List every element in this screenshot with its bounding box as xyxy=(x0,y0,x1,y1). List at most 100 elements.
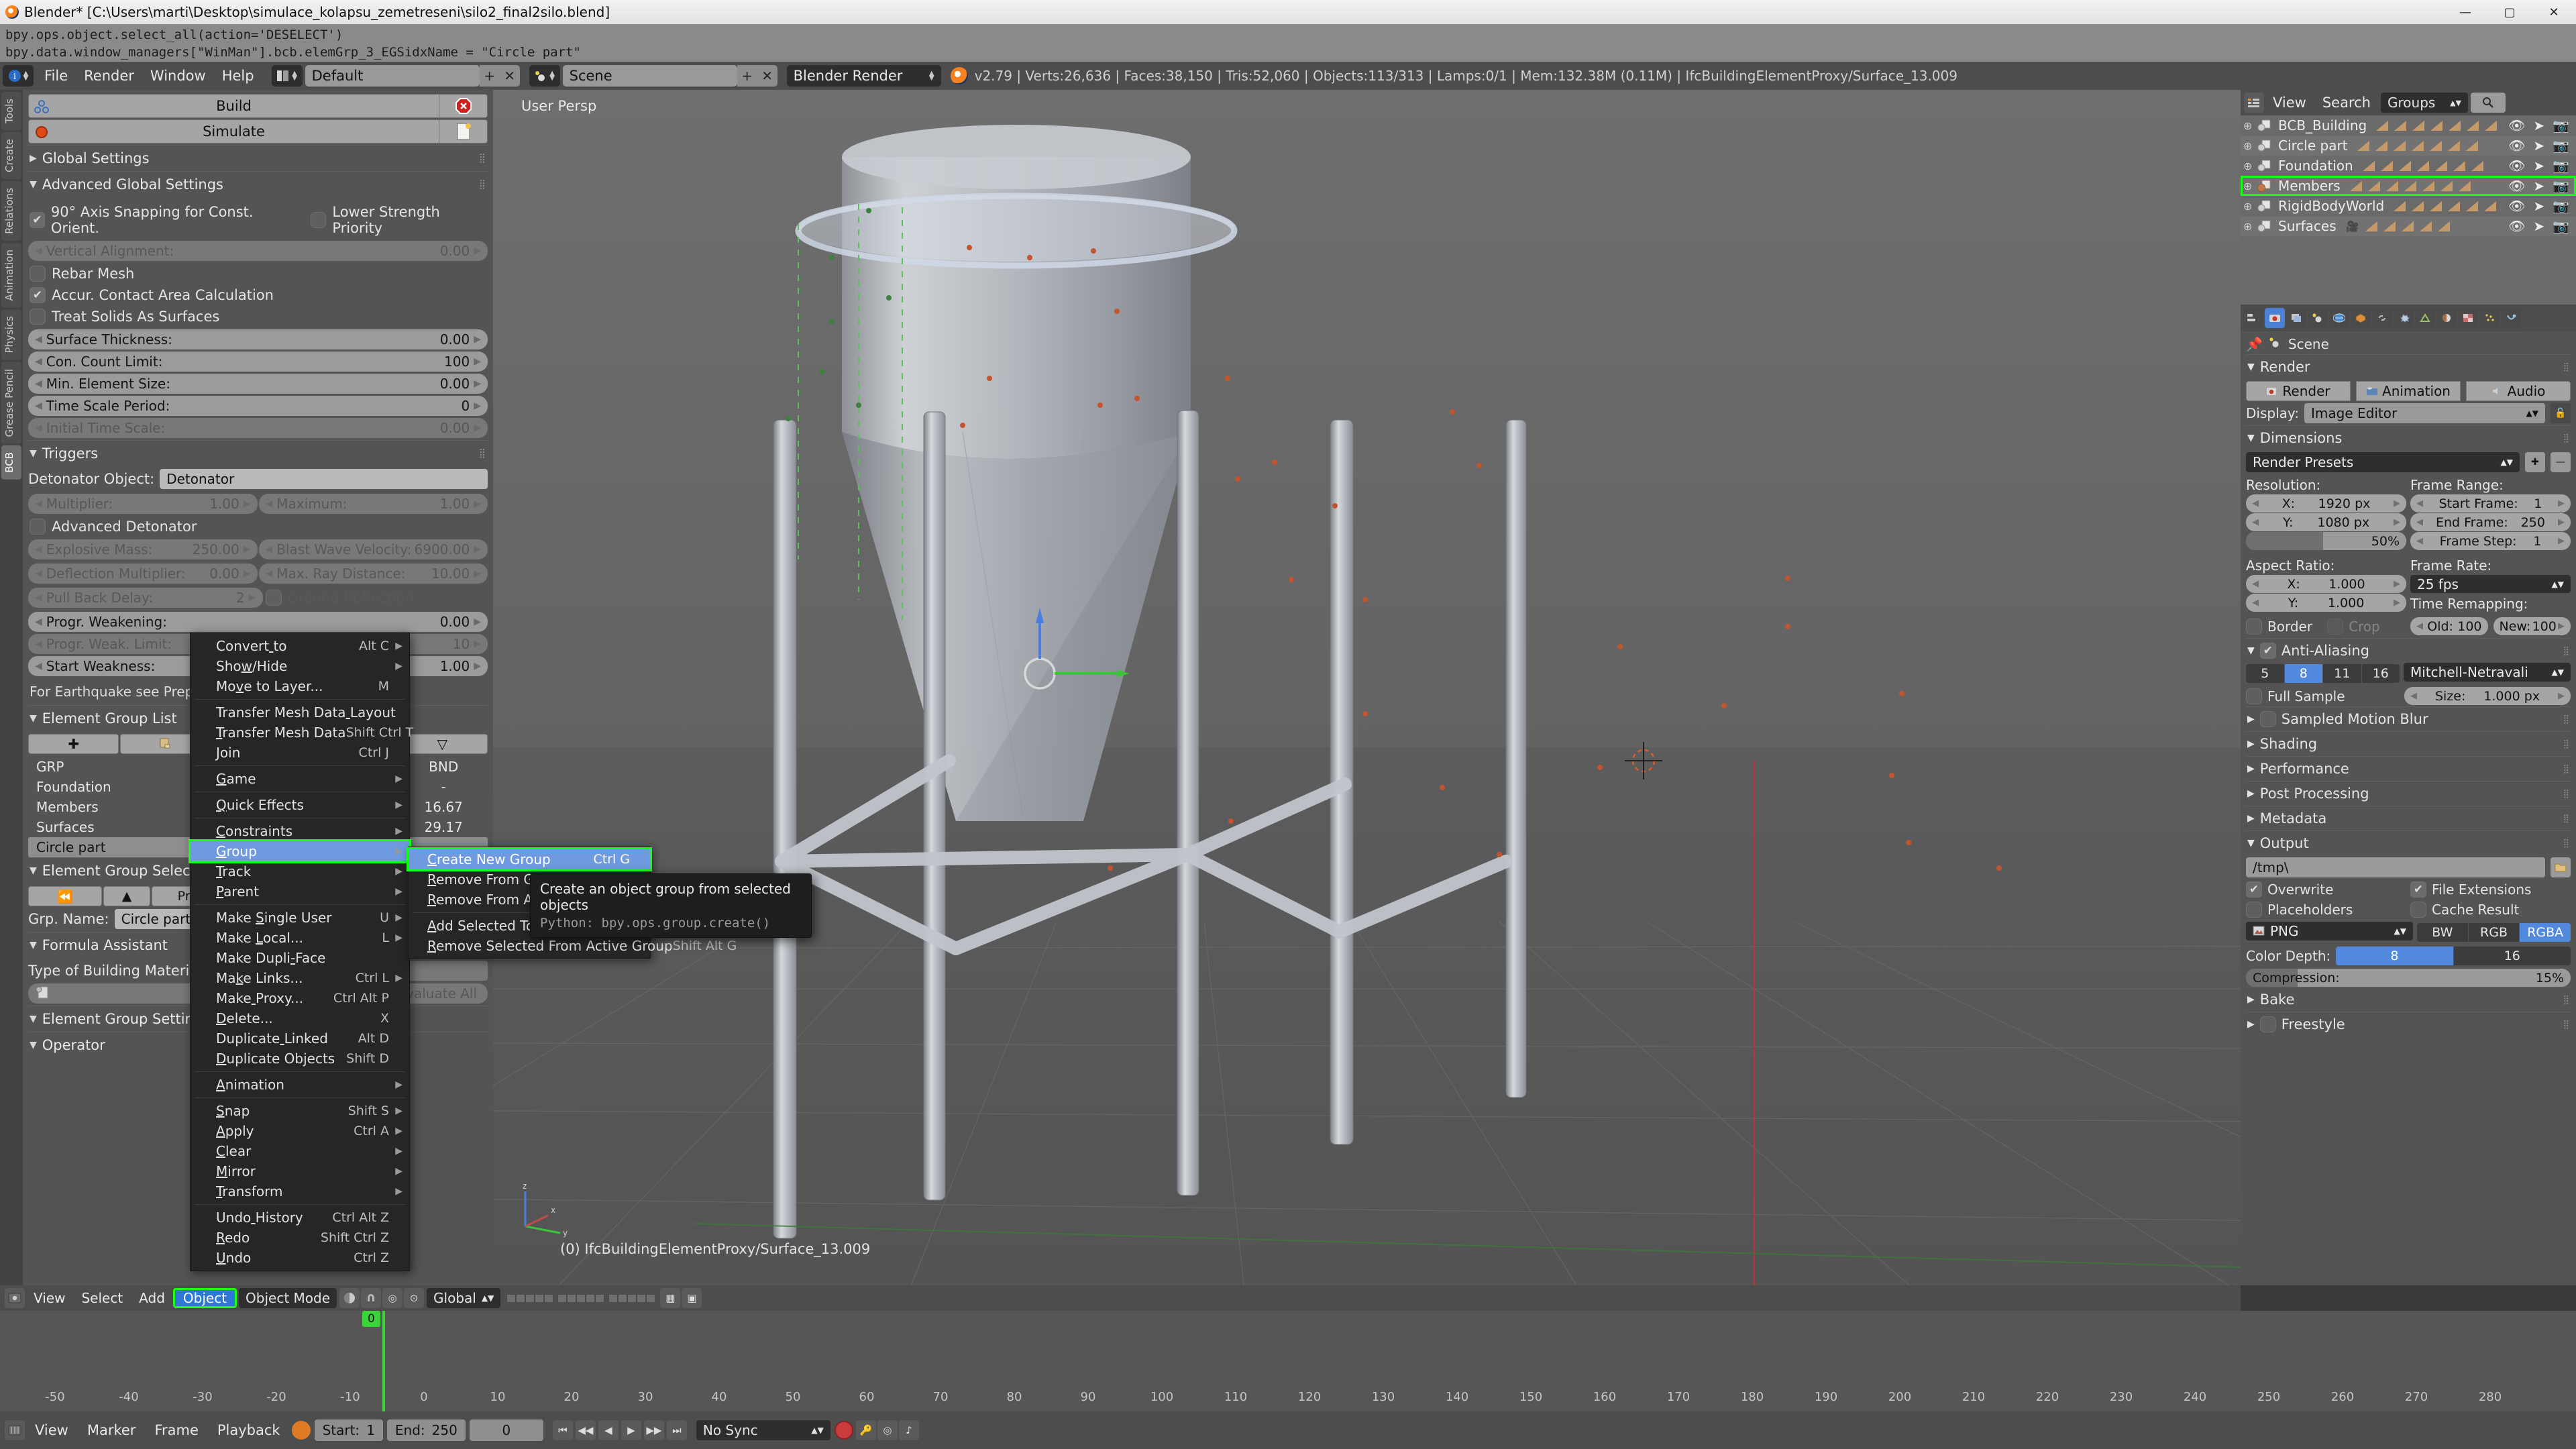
outliner-row-foundation[interactable]: ⊕ Foundation 👁 ➤ 📷 xyxy=(2241,156,2576,176)
animation-button[interactable]: Animation xyxy=(2356,381,2461,401)
checkbox-empty-icon[interactable] xyxy=(2246,618,2262,635)
tab-world[interactable] xyxy=(2329,308,2349,328)
section-bake[interactable]: ▶ Bake ⣿ xyxy=(2246,987,2571,1012)
cursor-icon[interactable]: ➤ xyxy=(2533,198,2544,214)
eye-icon[interactable]: 👁 xyxy=(2508,218,2525,234)
tab-create[interactable]: Create xyxy=(1,131,21,179)
eye-icon[interactable]: 👁 xyxy=(2508,198,2525,214)
tab-grease-pencil[interactable]: Grease Pencil xyxy=(1,362,21,444)
menu-item-transfer-mesh-data[interactable]: Transfer Mesh Data Shift Ctrl T xyxy=(191,722,413,743)
checkbox-axis-snapping[interactable]: ✔ 90° Axis Snapping for Const. Orient. xyxy=(28,201,294,239)
transform-orientation-selector[interactable]: Global ▲▼ xyxy=(427,1288,501,1308)
camera-icon[interactable]: 📷 xyxy=(2553,218,2569,234)
resolution-percentage-slider[interactable]: 50% xyxy=(2246,532,2406,550)
checkbox-empty-icon[interactable] xyxy=(2259,1016,2276,1032)
section-render[interactable]: ▼ Render ⣿ xyxy=(2246,354,2571,379)
eye-icon[interactable]: 👁 xyxy=(2508,158,2525,174)
tab-particles[interactable] xyxy=(2479,308,2500,328)
checkbox-empty-icon[interactable] xyxy=(2259,711,2276,727)
timeline-track-area[interactable]: 0 -50 -40 -30 -20 -10 0 10 20 30 40 50 60 70 80 90 100 1… xyxy=(0,1311,2576,1411)
new-map-field[interactable]: New: 100 ▶ xyxy=(2493,617,2571,635)
aspect-y-field[interactable]: ◀ Y: 1.000 ▶ xyxy=(2246,594,2406,612)
onion-skin-icon[interactable]: ◎ xyxy=(877,1420,898,1440)
tab-constraints[interactable] xyxy=(2372,308,2392,328)
expand-icon[interactable]: ⊕ xyxy=(2243,160,2257,172)
field-deflection-multiplier[interactable]: ◀ Deflection Multiplier: 0.00 ▶ xyxy=(28,564,258,584)
expand-icon[interactable]: ⊕ xyxy=(2243,220,2257,233)
tab-physics[interactable] xyxy=(2501,308,2521,328)
camera-icon[interactable]: 📷 xyxy=(2553,178,2569,194)
timeline-menu-playback[interactable]: Playback xyxy=(208,1419,290,1441)
field-min-element-size[interactable]: ◀ Min. Element Size: 0.00 ▶ xyxy=(28,374,488,394)
camera-icon[interactable]: 📷 xyxy=(2553,138,2569,154)
field-initial-time-scale[interactable]: ◀ Initial Time Scale: 0.00 ▶ xyxy=(28,418,488,438)
layer-cell[interactable] xyxy=(557,1293,568,1303)
menu-item-snap[interactable]: Snap Shift S ▶ xyxy=(191,1101,409,1121)
menu-file[interactable]: File xyxy=(36,65,76,87)
section-triggers[interactable]: ▼ Triggers ⣿ xyxy=(28,440,488,466)
viewport-shading-icon[interactable] xyxy=(339,1288,360,1308)
interaction-mode-selector[interactable]: Object Mode xyxy=(239,1288,337,1308)
layer-cell[interactable] xyxy=(544,1293,554,1303)
maximize-button[interactable]: ▢ xyxy=(2487,0,2532,24)
tab-bcb[interactable]: BCB xyxy=(1,445,21,480)
cache-result-row[interactable]: Cache Result xyxy=(2410,902,2571,918)
layer-cell[interactable] xyxy=(525,1293,535,1303)
editor-type-selector[interactable] xyxy=(2243,308,2263,328)
layer-cell[interactable] xyxy=(637,1293,647,1303)
field-blast-wave-velocity[interactable]: ◀ Blast Wave Velocity: 6900.00 ▶ xyxy=(258,539,488,559)
render-presets-selector[interactable]: Render Presets ▲▼ xyxy=(2246,452,2520,472)
viewport-menu-add[interactable]: Add xyxy=(131,1288,173,1308)
next-keyframe-icon[interactable]: ▶▶ xyxy=(643,1420,664,1440)
section-anti-aliasing[interactable]: ▼ ✔ Anti-Aliasing ⣿ xyxy=(2246,638,2571,663)
start-frame-field[interactable]: Start: 1 xyxy=(314,1419,383,1441)
jump-start-icon[interactable]: ⏮ xyxy=(552,1420,573,1440)
properties-editor[interactable]: 📌 Scene ▼ Render ⣿ Render Animation Audi… xyxy=(2241,305,2576,1285)
color-depth-16[interactable]: 16 xyxy=(2453,947,2571,965)
menu-item-delete[interactable]: Delete... X xyxy=(191,1008,409,1028)
proportional-edit-icon[interactable]: ◎ xyxy=(382,1288,403,1308)
simulate-button[interactable]: Simulate xyxy=(28,119,439,144)
expand-icon[interactable]: ⊕ xyxy=(2243,119,2257,132)
submenu-item-remove-selected-from-active-group[interactable]: Remove Selected From Active Group Shift A… xyxy=(409,936,737,956)
output-path-field[interactable]: /tmp\ xyxy=(2246,857,2545,877)
menu-help[interactable]: Help xyxy=(214,65,262,87)
section-shading[interactable]: ▶ Shading ⣿ xyxy=(2246,731,2571,756)
menu-item-animation[interactable]: Animation ▶ xyxy=(191,1075,409,1095)
tab-material[interactable] xyxy=(2436,308,2457,328)
scene-icon[interactable]: ▲ ▼ xyxy=(529,65,560,87)
menu-item-make-proxy[interactable]: Make Proxy... Ctrl Alt P xyxy=(191,988,409,1008)
first-group-button[interactable]: ⏪ xyxy=(28,886,102,906)
field-maximum[interactable]: ◀ Maximum: 1.00 ▶ xyxy=(258,494,488,514)
checkmark-icon[interactable]: ✔ xyxy=(2259,643,2276,659)
menu-item-clear[interactable]: Clear ▶ xyxy=(191,1141,409,1161)
field-multiplier[interactable]: ◀ Multiplier: 1.00 ▶ xyxy=(28,494,258,514)
field-vertical-alignment[interactable]: ◀ Vertical Alignment: 0.00 ▶ xyxy=(28,241,488,261)
tab-texture[interactable] xyxy=(2458,308,2478,328)
keying-set-icon[interactable]: 🔑 xyxy=(855,1420,876,1440)
placeholders-row[interactable]: Placeholders xyxy=(2246,902,2406,918)
remove-preset-button[interactable]: — xyxy=(2551,452,2571,472)
info-editor-console[interactable]: bpy.ops.object.select_all(action='DESELE… xyxy=(0,24,2576,62)
menu-item-track[interactable]: Track ▶ xyxy=(191,861,409,881)
tab-data[interactable] xyxy=(2415,308,2435,328)
menu-item-constraints[interactable]: Constraints ▶ xyxy=(191,821,409,841)
timeline-menu-marker[interactable]: Marker xyxy=(78,1419,146,1441)
folder-icon[interactable] xyxy=(2551,857,2571,877)
menu-item-convert-to[interactable]: Convert to Alt C ▶ xyxy=(191,636,409,656)
detonator-object-field[interactable]: Detonator xyxy=(160,469,488,489)
render-button[interactable]: Render xyxy=(2246,381,2351,401)
tab-tools[interactable]: Tools xyxy=(1,92,21,130)
add-screen-layout-button[interactable]: + xyxy=(479,65,500,87)
layer-cell[interactable] xyxy=(576,1293,586,1303)
expand-icon[interactable]: ⊕ xyxy=(2243,140,2257,152)
outliner-row-rigidbodyworld[interactable]: ⊕ RigidBodyWorld 👁 ➤ 📷 xyxy=(2241,196,2576,216)
lock-interface-icon[interactable]: 🔓 xyxy=(2551,403,2571,423)
cursor-icon[interactable]: ➤ xyxy=(2533,138,2544,154)
layer-cell[interactable] xyxy=(627,1293,637,1303)
outliner-menu-search[interactable]: Search xyxy=(2314,92,2379,113)
pivot-center-icon[interactable]: ⊙ xyxy=(404,1288,425,1308)
field-pull-back-delay[interactable]: ◀ Pull Back Delay: 2 ▶ xyxy=(28,588,263,608)
outliner-row-members[interactable]: ⊕ Members 👁 ➤ 📷 xyxy=(2241,176,2576,196)
render-preview-icon[interactable]: ▣ xyxy=(682,1288,702,1308)
